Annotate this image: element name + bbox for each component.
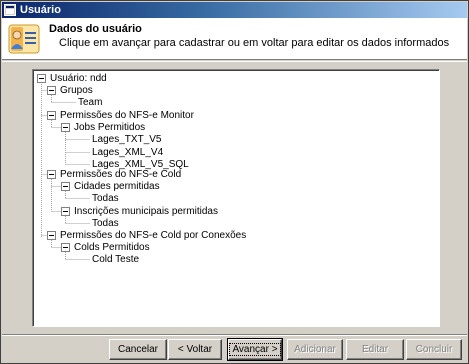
button-bar-divider — [2, 334, 467, 336]
tree-node-monitor-permissions[interactable]: Permissões do NFS-e Monitor — [60, 110, 194, 122]
tree-node-cold[interactable]: Cold Teste — [92, 254, 139, 266]
cancel-button[interactable]: Cancelar — [109, 339, 167, 360]
tree-node-allowed-registrations[interactable]: Inscrições municipais permitidas — [74, 206, 218, 218]
tree-node-all-registrations[interactable]: Todas — [92, 218, 119, 230]
collapse-minus-icon[interactable] — [61, 123, 70, 132]
finish-button[interactable]: Concluir — [406, 339, 462, 360]
title-bar[interactable]: Usuário — [2, 2, 467, 18]
window-title: Usuário — [20, 4, 61, 16]
tree-node-allowed-colds[interactable]: Colds Permitidos — [74, 242, 150, 254]
app-window-icon — [4, 4, 16, 16]
tree-node-all-cities[interactable]: Todas — [92, 193, 119, 205]
collapse-minus-icon[interactable] — [37, 74, 46, 83]
edit-button[interactable]: Editar — [346, 339, 404, 360]
wizard-header: Dados do usuário Clique em avançar para … — [2, 18, 467, 60]
header-title: Dados do usuário — [49, 23, 142, 35]
collapse-minus-icon[interactable] — [47, 231, 56, 240]
next-button-label: Avançar > — [229, 343, 281, 356]
tree-node-groups[interactable]: Grupos — [60, 85, 93, 97]
tree-node-job[interactable]: Lages_XML_V4 — [92, 147, 163, 159]
add-button[interactable]: Adicionar — [287, 339, 343, 360]
tree-node-allowed-jobs[interactable]: Jobs Permitidos — [74, 122, 145, 134]
tree-node-cold-permissions[interactable]: Permissões do NFS-e Cold — [60, 169, 181, 181]
header-subtitle: Clique em avançar para cadastrar ou em v… — [59, 37, 450, 49]
collapse-minus-icon[interactable] — [61, 207, 70, 216]
collapse-minus-icon[interactable] — [61, 182, 70, 191]
next-button[interactable]: Avançar > — [227, 338, 283, 361]
user-card-icon — [8, 24, 40, 54]
tree-node-job[interactable]: Lages_TXT_V5 — [92, 134, 162, 146]
summary-tree[interactable]: Usuário: ndd Grupos Team Permissões do N… — [32, 69, 440, 327]
collapse-minus-icon[interactable] — [47, 86, 56, 95]
tree-node-group-team[interactable]: Team — [78, 97, 102, 109]
back-button[interactable]: < Voltar — [168, 339, 222, 360]
collapse-minus-icon[interactable] — [61, 243, 70, 252]
header-divider — [2, 61, 467, 62]
collapse-minus-icon[interactable] — [47, 170, 56, 179]
tree-node-user[interactable]: Usuário: ndd — [50, 73, 107, 85]
tree-node-cold-connection-permissions[interactable]: Permissões do NFS-e Cold por Conexões — [60, 230, 246, 242]
user-wizard-window: Usuário Dados do usuário Clique em avanç… — [0, 0, 469, 364]
tree-node-allowed-cities[interactable]: Cidades permitidas — [74, 181, 160, 193]
collapse-minus-icon[interactable] — [47, 111, 56, 120]
